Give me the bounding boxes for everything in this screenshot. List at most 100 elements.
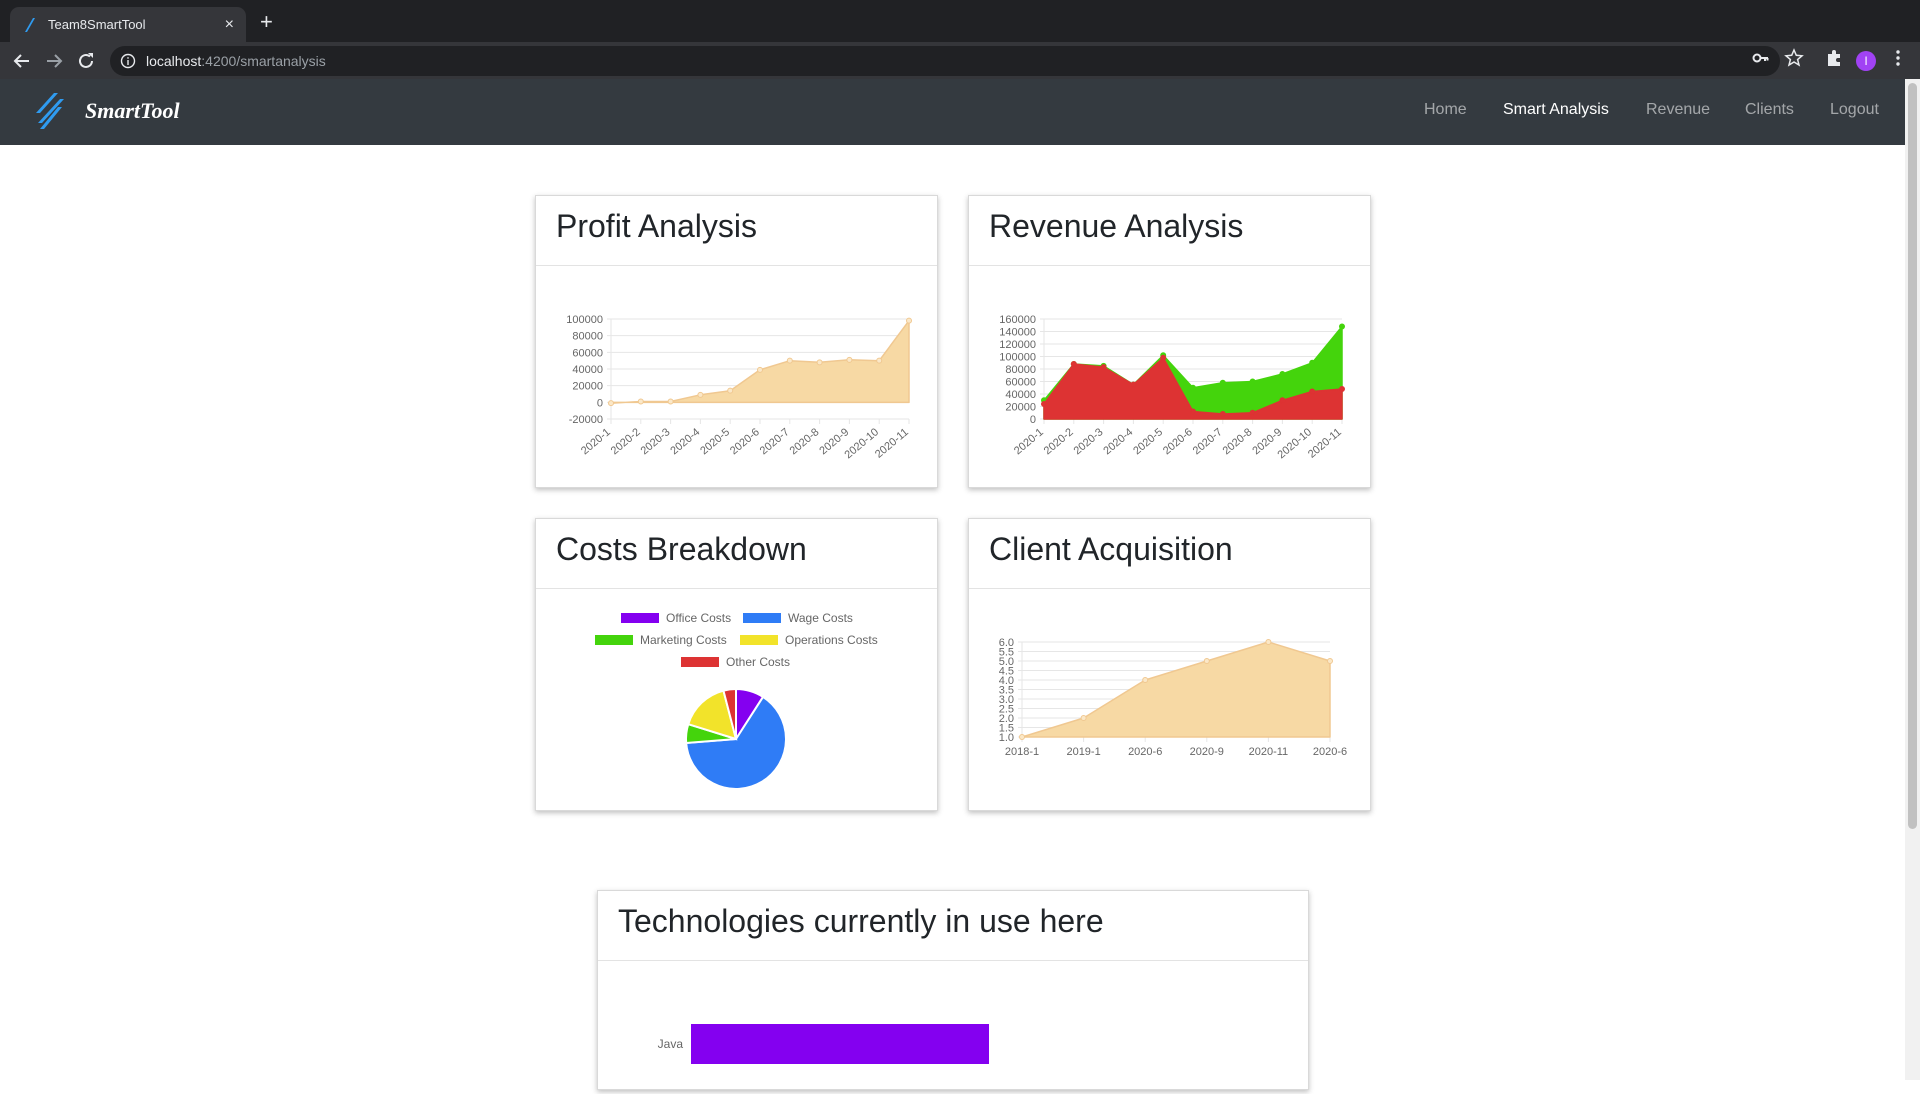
data-point: [786, 357, 793, 364]
x-tick-label: 2020-7: [758, 426, 792, 457]
brand-name[interactable]: SmartTool: [85, 98, 180, 124]
revenue-analysis-chart: 1600001400001200001000008000060000400002…: [999, 314, 1345, 461]
y-tick-label: 100000: [999, 352, 1036, 364]
data-point: [1265, 639, 1272, 645]
x-tick-label: 2020-1: [579, 426, 613, 457]
x-tick-label: 2020-4: [668, 426, 702, 457]
data-point: [1339, 386, 1345, 392]
legend-label: Operations Costs: [785, 633, 878, 647]
costs-breakdown-card: Costs Breakdown Office Costs Wage Costs Ma…: [535, 518, 938, 811]
data-point: [1203, 658, 1210, 664]
x-tick-label: 2020-5: [698, 426, 732, 457]
app-navbar: SmartTool Home Smart Analysis Revenue Cl…: [0, 79, 1905, 145]
profit-analysis-title: Profit Analysis: [536, 196, 937, 266]
legend-label: Other Costs: [726, 655, 790, 669]
technologies-title: Technologies currently in use here: [598, 891, 1308, 961]
bookmark-star-icon[interactable]: [1784, 48, 1804, 68]
back-arrow-icon[interactable]: [10, 49, 34, 73]
y-tick-label: 60000: [572, 347, 603, 359]
new-tab-button[interactable]: +: [260, 11, 273, 33]
revenue-analysis-card: Revenue Analysis 160000 140000 120000 10000…: [968, 195, 1371, 488]
legend-swatch: [681, 657, 719, 667]
profile-avatar[interactable]: I: [1856, 51, 1876, 71]
data-point: [727, 387, 734, 394]
data-point: [1309, 359, 1316, 366]
data-point: [906, 317, 912, 324]
browser-tab[interactable]: Team8SmartTool ×: [10, 7, 246, 42]
client-acquisition-title: Client Acquisition: [969, 519, 1370, 589]
client-acquisition-chart: 6.05.55.04.54.03.53.02.52.01.51.02018-1 2…: [999, 637, 1347, 758]
data-point: [1130, 381, 1137, 388]
x-tick-label: 2020-11: [873, 426, 911, 461]
x-tick-label: 2020-3: [1072, 426, 1106, 457]
data-point: [1309, 388, 1316, 395]
x-tick-label: 2020-6: [728, 426, 762, 457]
y-tick-label: 80000: [572, 331, 603, 343]
y-tick-label: 0: [1030, 414, 1036, 426]
reload-icon[interactable]: [74, 49, 98, 73]
nav-link-clients[interactable]: Clients: [1745, 101, 1794, 119]
page-scrollbar[interactable]: [1905, 79, 1920, 1080]
data-point: [637, 398, 644, 405]
data-point: [1160, 354, 1167, 361]
scrollbar-thumb[interactable]: [1908, 83, 1917, 829]
legend-label: Office Costs: [666, 611, 731, 625]
data-point: [1339, 323, 1345, 330]
x-tick-label: 2020-6: [1161, 426, 1195, 457]
nav-link-revenue[interactable]: Revenue: [1646, 101, 1710, 119]
url-path: :4200/smartanalysis: [201, 53, 326, 69]
data-point: [1070, 361, 1077, 367]
smarttool-logo-icon[interactable]: [28, 91, 68, 131]
y-tick-label: 80000: [1005, 364, 1036, 376]
browser-toolbar: localhost:4200/smartanalysis I: [0, 42, 1920, 79]
data-point: [608, 400, 614, 407]
x-tick-label: 2020-10: [842, 426, 881, 461]
series-area: [610, 319, 910, 404]
data-point: [1327, 658, 1333, 664]
costs-breakdown-title: Costs Breakdown: [536, 519, 937, 589]
forward-arrow-icon[interactable]: [42, 49, 66, 73]
x-tick-label: 2020-11: [1249, 746, 1289, 758]
x-tick-label: 2018-1: [1005, 746, 1039, 758]
x-tick-label: 2020-2: [609, 426, 643, 457]
bar: [691, 1024, 989, 1064]
nav-link-home[interactable]: Home: [1424, 101, 1467, 119]
x-tick-label: 2020-7: [1191, 426, 1225, 457]
data-point: [1249, 409, 1256, 416]
y-tick-label: 160000: [999, 314, 1036, 326]
address-bar[interactable]: localhost:4200/smartanalysis: [110, 46, 1780, 76]
y-tick-label: 40000: [572, 364, 603, 376]
more-menu-icon[interactable]: [1888, 48, 1908, 68]
x-tick-label: 2020-6: [1313, 746, 1347, 758]
profit-analysis-card: Profit Analysis 100000 80000 60000 40000 200…: [535, 195, 938, 488]
nav-link-smart-analysis[interactable]: Smart Analysis: [1503, 101, 1609, 119]
y-tick-label: -20000: [569, 414, 603, 426]
site-info-icon[interactable]: [120, 53, 136, 69]
x-tick-label: 2019-1: [1066, 746, 1100, 758]
data-point: [1249, 378, 1256, 385]
data-point: [1041, 401, 1047, 407]
x-tick-label: 2020-10: [1275, 426, 1314, 461]
legend-swatch: [740, 635, 778, 645]
bar-category-label: Java: [658, 1037, 684, 1051]
tab-close-icon[interactable]: ×: [225, 16, 234, 34]
y-tick-label: 120000: [999, 339, 1036, 351]
legend-swatch: [743, 613, 781, 623]
y-tick-label: 140000: [999, 327, 1036, 339]
y-tick-label: 0: [597, 397, 603, 409]
data-point: [876, 357, 883, 364]
data-point: [1190, 408, 1196, 415]
legend-swatch: [595, 635, 633, 645]
key-icon[interactable]: [1751, 48, 1771, 68]
data-point: [1279, 371, 1286, 377]
nav-link-logout[interactable]: Logout: [1830, 101, 1879, 119]
x-tick-label: 2020-8: [788, 426, 822, 457]
extensions-puzzle-icon[interactable]: [1824, 48, 1844, 68]
legend-swatch: [621, 613, 659, 623]
technologies-chart: Java: [658, 1024, 989, 1064]
data-point: [1100, 364, 1107, 371]
data-point: [667, 398, 674, 405]
x-tick-label: 2020-4: [1101, 426, 1135, 457]
data-point: [1219, 411, 1226, 417]
technologies-card: Technologies currently in use here Java: [597, 890, 1309, 1090]
